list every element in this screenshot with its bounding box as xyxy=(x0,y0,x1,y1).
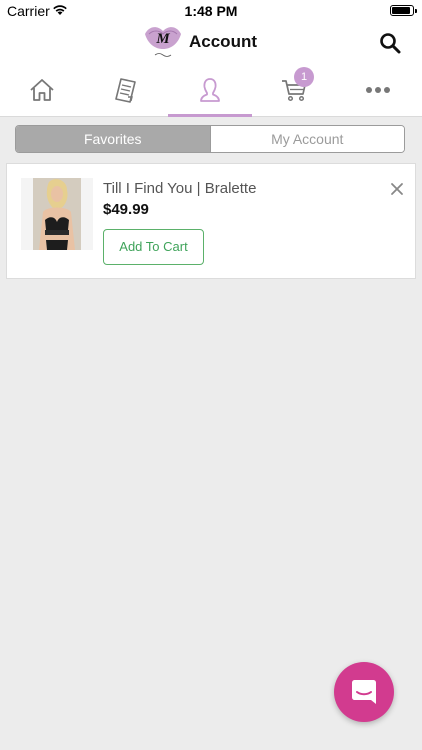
product-image xyxy=(33,178,81,250)
chat-button[interactable] xyxy=(334,662,394,722)
tab-home[interactable] xyxy=(0,64,84,116)
brand-logo-icon: M xyxy=(145,27,181,57)
chat-icon xyxy=(352,680,376,704)
product-thumbnail[interactable] xyxy=(21,178,93,250)
cart-count-badge: 1 xyxy=(294,67,314,87)
segment-my-account[interactable]: My Account xyxy=(209,126,404,152)
tab-documents[interactable] xyxy=(84,64,168,116)
favorite-item-card: Till I Find You | Bralette $49.99 Add To… xyxy=(6,163,416,279)
tab-account[interactable] xyxy=(168,64,252,117)
status-time: 1:48 PM xyxy=(184,3,238,19)
svg-text:M: M xyxy=(155,31,170,47)
home-icon xyxy=(30,79,54,101)
user-icon xyxy=(200,78,220,102)
tab-more[interactable] xyxy=(336,64,420,116)
tab-cart[interactable]: 1 xyxy=(252,64,336,116)
app-header: M Account xyxy=(0,22,422,64)
product-name[interactable]: Till I Find You | Bralette xyxy=(103,180,256,197)
document-icon xyxy=(115,78,136,103)
page-title: Account xyxy=(189,32,257,51)
product-price: $49.99 xyxy=(103,201,149,218)
account-segment-control: Favorites My Account xyxy=(15,125,405,153)
search-icon[interactable] xyxy=(378,31,402,55)
tab-bar: 1 xyxy=(0,64,422,117)
status-bar: Carrier 1:48 PM xyxy=(0,0,422,22)
battery-icon xyxy=(390,5,417,16)
remove-favorite-icon[interactable] xyxy=(390,182,404,196)
add-to-cart-button[interactable]: Add To Cart xyxy=(103,229,204,265)
more-icon xyxy=(366,87,390,93)
segment-favorites[interactable]: Favorites xyxy=(16,126,210,152)
